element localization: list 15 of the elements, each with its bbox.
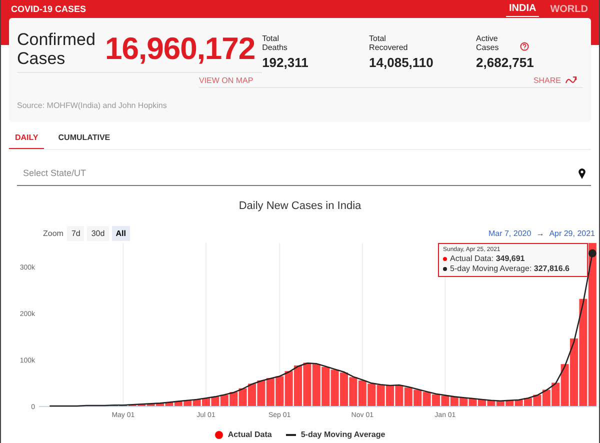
confirmed-label: Confirmed Cases	[17, 30, 96, 68]
stat-label: Total Deaths	[262, 34, 288, 52]
stat-value: 2,682,751	[476, 55, 535, 70]
chart-title: Daily New Cases in India	[238, 200, 362, 212]
page-title: COVID-19 CASES	[10, 4, 86, 14]
confirmed-count: 16,960,172	[105, 31, 256, 67]
source-note: Source: MOHFW(India) and John Hopkins	[17, 101, 168, 110]
stat-label: Total Recovered	[369, 34, 409, 52]
stat-value: 14,085,110	[369, 55, 434, 70]
zoom-label: Zoom	[43, 229, 64, 238]
stat-value: 192,311	[262, 55, 310, 70]
range-arrow: →	[536, 229, 544, 238]
tooltip-row-text: 5-day Moving Average: 327,816.6	[450, 264, 570, 273]
tooltip-row-text: Actual Data: 349,691	[450, 254, 525, 263]
stat-label: Active Cases	[476, 34, 500, 52]
